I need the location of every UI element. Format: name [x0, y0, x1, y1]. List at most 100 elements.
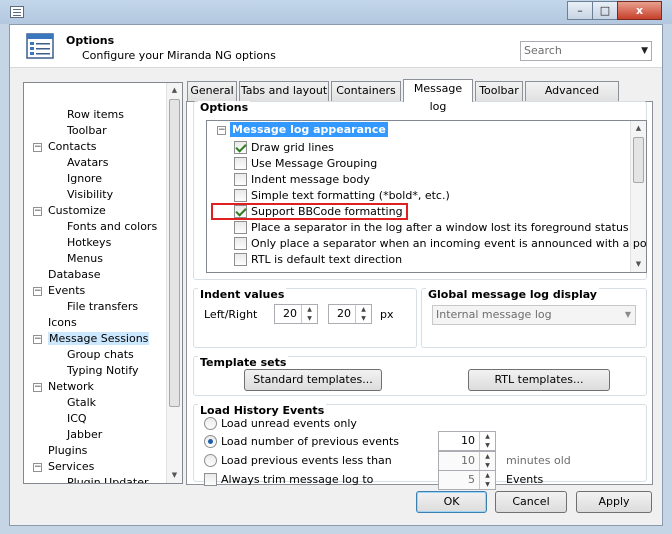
close-button[interactable]: x: [617, 1, 662, 20]
tree-item[interactable]: Group chats: [67, 347, 134, 363]
tree-item[interactable]: Row items: [67, 107, 124, 123]
tree-item[interactable]: Events: [48, 283, 85, 299]
tree-item[interactable]: Plugin Updater: [67, 475, 149, 483]
collapse-icon[interactable]: −: [33, 463, 42, 472]
tree-item[interactable]: Visibility: [67, 187, 113, 203]
tree-item[interactable]: Network: [48, 379, 94, 395]
option-checkbox[interactable]: [234, 173, 247, 186]
collapse-icon[interactable]: −: [33, 143, 42, 152]
chevron-down-icon[interactable]: ▼: [641, 42, 648, 60]
always-trim-label[interactable]: Always trim message log to: [221, 473, 373, 486]
option-label[interactable]: Place a separator in the log after a win…: [251, 221, 629, 234]
section-header[interactable]: Message log appearance: [230, 122, 388, 137]
tree-item[interactable]: Hotkeys: [67, 235, 111, 251]
option-label[interactable]: Simple text formatting (*bold*, etc.): [251, 189, 450, 202]
system-menu-icon[interactable]: [10, 6, 24, 18]
spin-down-icon[interactable]: ▼: [479, 480, 495, 489]
tree-item[interactable]: Message Sessions: [48, 331, 150, 347]
scroll-down-icon[interactable]: ▼: [631, 257, 646, 272]
search-combo[interactable]: Search ▼: [520, 41, 652, 61]
scroll-up-icon[interactable]: ▲: [631, 121, 646, 136]
tab-toolbar[interactable]: Toolbar: [475, 81, 523, 101]
right-indent-stepper[interactable]: 20 ▲ ▼: [328, 304, 372, 324]
load-less-than-radio[interactable]: [204, 454, 217, 467]
option-label[interactable]: RTL is default text direction: [251, 253, 402, 266]
trim-events-stepper[interactable]: 5 ▲ ▼: [438, 470, 496, 490]
option-label[interactable]: Use Message Grouping: [251, 157, 377, 170]
spin-up-icon[interactable]: ▲: [479, 471, 495, 480]
spin-up-icon[interactable]: ▲: [479, 452, 495, 461]
minimize-button[interactable]: –: [567, 1, 593, 20]
chevron-down-icon[interactable]: ▼: [625, 306, 631, 324]
always-trim-checkbox[interactable]: [204, 473, 217, 486]
tree-item[interactable]: Services: [48, 459, 94, 475]
tree-scrollbar[interactable]: ▲ ▼: [166, 83, 182, 483]
load-unread-label[interactable]: Load unread events only: [221, 417, 357, 430]
tree-item[interactable]: Typing Notify: [67, 363, 139, 379]
load-unread-radio[interactable]: [204, 417, 217, 430]
dialog-client: Options Configure your Miranda NG option…: [9, 24, 663, 526]
load-history-group: Load History Events Load unread events o…: [193, 404, 647, 490]
tree-item[interactable]: Avatars: [67, 155, 108, 171]
tab-general[interactable]: General: [187, 81, 237, 101]
events-number-stepper[interactable]: 10 ▲ ▼: [438, 431, 496, 451]
tree-item[interactable]: Contacts: [48, 139, 97, 155]
spin-down-icon[interactable]: ▼: [355, 314, 371, 323]
options-scroll-thumb[interactable]: [633, 137, 644, 183]
tree-item[interactable]: Plugins: [48, 443, 87, 459]
tree-item[interactable]: Fonts and colors: [67, 219, 157, 235]
tree-item[interactable]: Gtalk: [67, 395, 96, 411]
rtl-templates-button[interactable]: RTL templates...: [468, 369, 610, 391]
option-label[interactable]: Indent message body: [251, 173, 370, 186]
option-checkbox[interactable]: [234, 189, 247, 202]
collapse-icon[interactable]: −: [217, 126, 226, 135]
spin-up-icon[interactable]: ▲: [479, 432, 495, 441]
collapse-icon[interactable]: −: [33, 383, 42, 392]
option-label[interactable]: Only place a separator when an incoming …: [251, 237, 646, 250]
tree-item[interactable]: File transfers: [67, 299, 138, 315]
load-number-radio[interactable]: [204, 435, 217, 448]
collapse-icon[interactable]: −: [33, 335, 42, 344]
tree-item[interactable]: Jabber: [67, 427, 102, 443]
tab-message-log[interactable]: Message log: [403, 79, 473, 113]
collapse-icon[interactable]: −: [33, 207, 42, 216]
tree-item[interactable]: Toolbar: [67, 123, 107, 139]
spin-up-icon[interactable]: ▲: [301, 305, 317, 314]
scroll-up-icon[interactable]: ▲: [167, 83, 182, 98]
left-indent-stepper[interactable]: 20 ▲ ▼: [274, 304, 318, 324]
option-checkbox[interactable]: [234, 157, 247, 170]
minutes-stepper[interactable]: 10 ▲ ▼: [438, 451, 496, 471]
tree-item[interactable]: ICQ: [67, 411, 87, 427]
options-tree[interactable]: ▲ ▼ Row items Toolbar Contacts − Avatars Igno…: [23, 82, 183, 484]
option-checkbox[interactable]: [234, 237, 247, 250]
tree-item[interactable]: Menus: [67, 251, 103, 267]
ok-button[interactable]: OK: [416, 491, 487, 513]
spin-down-icon[interactable]: ▼: [301, 314, 317, 323]
tree-item[interactable]: Customize: [48, 203, 106, 219]
scroll-down-icon[interactable]: ▼: [167, 468, 182, 483]
maximize-button[interactable]: □: [592, 1, 618, 20]
tree-item[interactable]: Icons: [48, 315, 77, 331]
tab-advanced-tweaks[interactable]: Advanced tweaks: [525, 81, 619, 115]
global-log-display-select[interactable]: Internal message log ▼: [432, 305, 636, 325]
apply-button[interactable]: Apply: [576, 491, 652, 513]
option-label[interactable]: Draw grid lines: [251, 141, 334, 154]
load-less-than-label[interactable]: Load previous events less than: [221, 454, 392, 467]
tree-scroll-thumb[interactable]: [169, 99, 180, 407]
tree-item-label: Gtalk: [67, 396, 97, 409]
option-checkbox[interactable]: [234, 221, 247, 234]
tab-tabs-and-layout[interactable]: Tabs and layout: [239, 81, 329, 101]
spin-down-icon[interactable]: ▼: [479, 441, 495, 450]
load-number-label[interactable]: Load number of previous events: [221, 435, 399, 448]
standard-templates-button[interactable]: Standard templates...: [244, 369, 382, 391]
options-checklist[interactable]: − Message log appearance ▲ ▼ Draw grid l…: [206, 120, 647, 273]
tree-item[interactable]: Database: [48, 267, 101, 283]
spin-up-icon[interactable]: ▲: [355, 305, 371, 314]
spin-down-icon[interactable]: ▼: [479, 461, 495, 470]
collapse-icon[interactable]: −: [33, 287, 42, 296]
option-checkbox[interactable]: [234, 141, 247, 154]
tree-item[interactable]: Ignore: [67, 171, 102, 187]
cancel-button[interactable]: Cancel: [495, 491, 567, 513]
option-checkbox[interactable]: [234, 253, 247, 266]
tab-containers[interactable]: Containers: [331, 81, 401, 101]
